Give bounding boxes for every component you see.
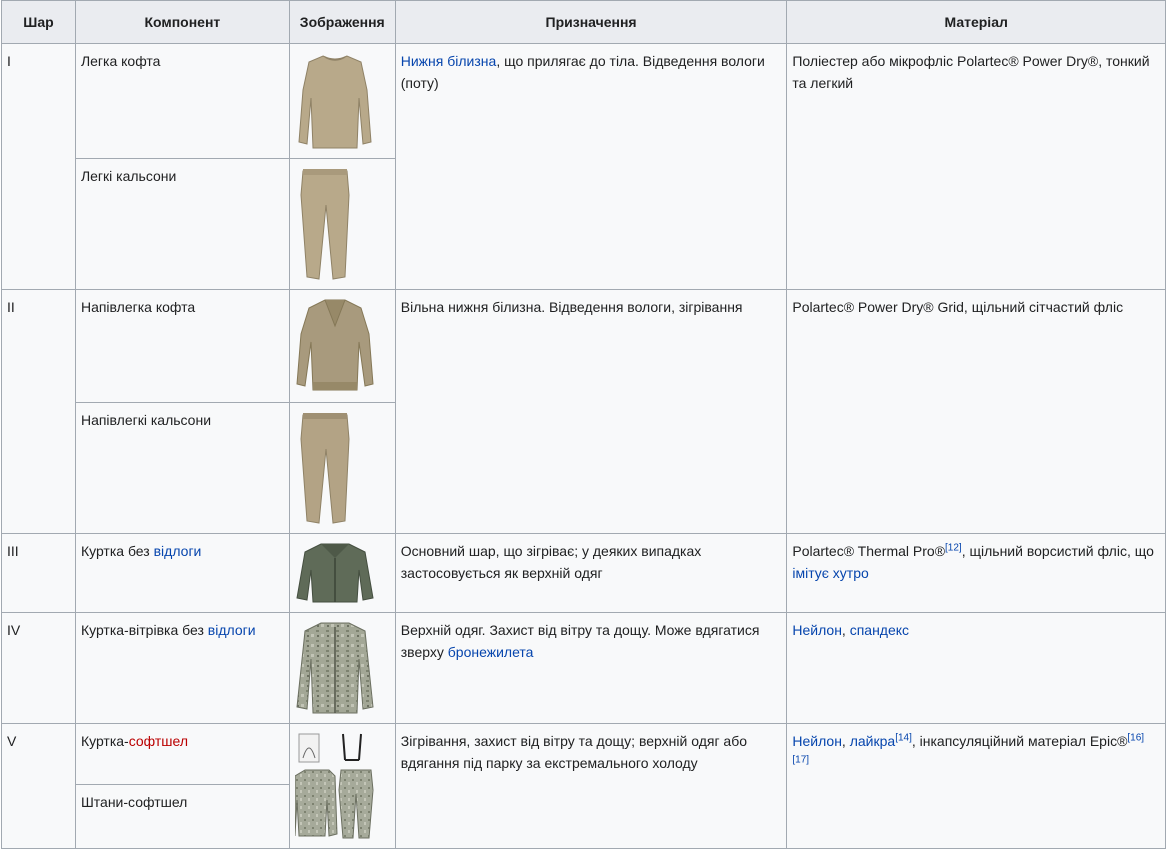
softshell-redlink[interactable]: софтшел — [129, 733, 188, 749]
material-cell: Нейлон, лайкра[14], інкапсуляційний мате… — [786, 723, 1166, 849]
purpose-cell: Нижня білизна, що прилягає до тіла. Відв… — [394, 43, 788, 290]
header-image[interactable]: Зображення — [288, 0, 396, 44]
midweight-drawers-image[interactable] — [295, 409, 390, 527]
nylon-link[interactable]: Нейлон — [792, 622, 842, 638]
spandex-link[interactable]: спандекс — [850, 622, 909, 638]
header-purpose[interactable]: Призначення — [394, 0, 788, 44]
layer-cell: III — [1, 533, 76, 613]
header-material[interactable]: Матеріал — [786, 0, 1166, 44]
image-cell — [288, 723, 396, 849]
body-armor-link[interactable]: бронежилета — [448, 644, 534, 660]
material-cell: Поліестер або мікрофліс Polartec® Power … — [786, 43, 1166, 290]
image-cell — [288, 289, 396, 403]
reference-link[interactable]: [12] — [945, 542, 962, 553]
layer-cell: IV — [1, 612, 76, 724]
hood-link[interactable]: відлоги — [208, 622, 256, 638]
table-row: II Напівлегка кофта Вільна нижня білизна… — [1, 289, 1166, 534]
component-cell: Напівлегкі кальсони — [74, 402, 290, 534]
lycra-link[interactable]: лайкра — [850, 733, 895, 749]
reference-link[interactable]: [14] — [895, 732, 912, 743]
reference-link[interactable]: [16] — [1127, 732, 1144, 743]
material-cell: Polartec® Power Dry® Grid, щільний сітча… — [786, 289, 1166, 534]
component-cell: Штани-софтшел — [74, 783, 290, 849]
component-cell: Куртка без відлоги — [74, 533, 290, 613]
clothing-layers-table: Шар Компонент Зображення Призначення Мат… — [1, 0, 1166, 849]
layer-cell: I — [1, 43, 76, 290]
image-cell — [288, 43, 396, 159]
hood-link[interactable]: відлоги — [154, 543, 202, 559]
fleece-jacket-image[interactable] — [295, 540, 390, 606]
underwear-link[interactable]: Нижня білизна — [401, 53, 497, 69]
table-row: IV Куртка-вітрівка без відлоги Верхній о… — [1, 612, 1166, 724]
reference-link[interactable]: [17] — [792, 754, 809, 765]
material-cell: Polartec® Thermal Pro®[12], щільний ворс… — [786, 533, 1166, 613]
image-cell — [288, 612, 396, 724]
layer-cell: V — [1, 723, 76, 849]
wind-jacket-image[interactable] — [295, 619, 390, 717]
component-cell: Легка кофта — [74, 43, 290, 159]
header-layer[interactable]: Шар — [1, 0, 76, 44]
nylon-link[interactable]: Нейлон — [792, 733, 842, 749]
light-drawers-image[interactable] — [295, 165, 390, 283]
header-component[interactable]: Компонент — [74, 0, 290, 44]
table-row: I Легка кофта Нижня білизна, що прилягає… — [1, 43, 1166, 290]
header-row: Шар Компонент Зображення Призначення Мат… — [1, 0, 1166, 44]
image-cell — [288, 533, 396, 613]
component-cell: Напівлегка кофта — [74, 289, 290, 403]
component-cell: Куртка-софтшел — [74, 723, 290, 785]
table-row: III Куртка без відлоги Основний шар, що … — [1, 533, 1166, 613]
component-cell: Куртка-вітрівка без відлоги — [74, 612, 290, 724]
table-row: V Куртка-софтшел Зігрівання, захист від … — [1, 723, 1166, 849]
purpose-cell: Вільна нижня білизна. Відведення вологи,… — [394, 289, 788, 534]
softshell-image[interactable] — [294, 730, 390, 842]
purpose-cell: Зігрівання, захист від вітру та дощу; ве… — [394, 723, 788, 849]
purpose-cell: Верхній одяг. Захист від вітру та дощу. … — [394, 612, 788, 724]
purpose-cell: Основний шар, що зігріває; у деяких випа… — [394, 533, 788, 613]
material-cell: Нейлон, спандекс — [786, 612, 1166, 724]
image-cell — [288, 402, 396, 534]
midweight-shirt-image[interactable] — [295, 296, 390, 396]
layer-cell: II — [1, 289, 76, 534]
image-cell — [288, 158, 396, 290]
component-cell: Легкі кальсони — [74, 158, 290, 290]
light-shirt-image[interactable] — [295, 50, 390, 152]
imitates-fur-link[interactable]: імітує хутро — [792, 565, 868, 581]
